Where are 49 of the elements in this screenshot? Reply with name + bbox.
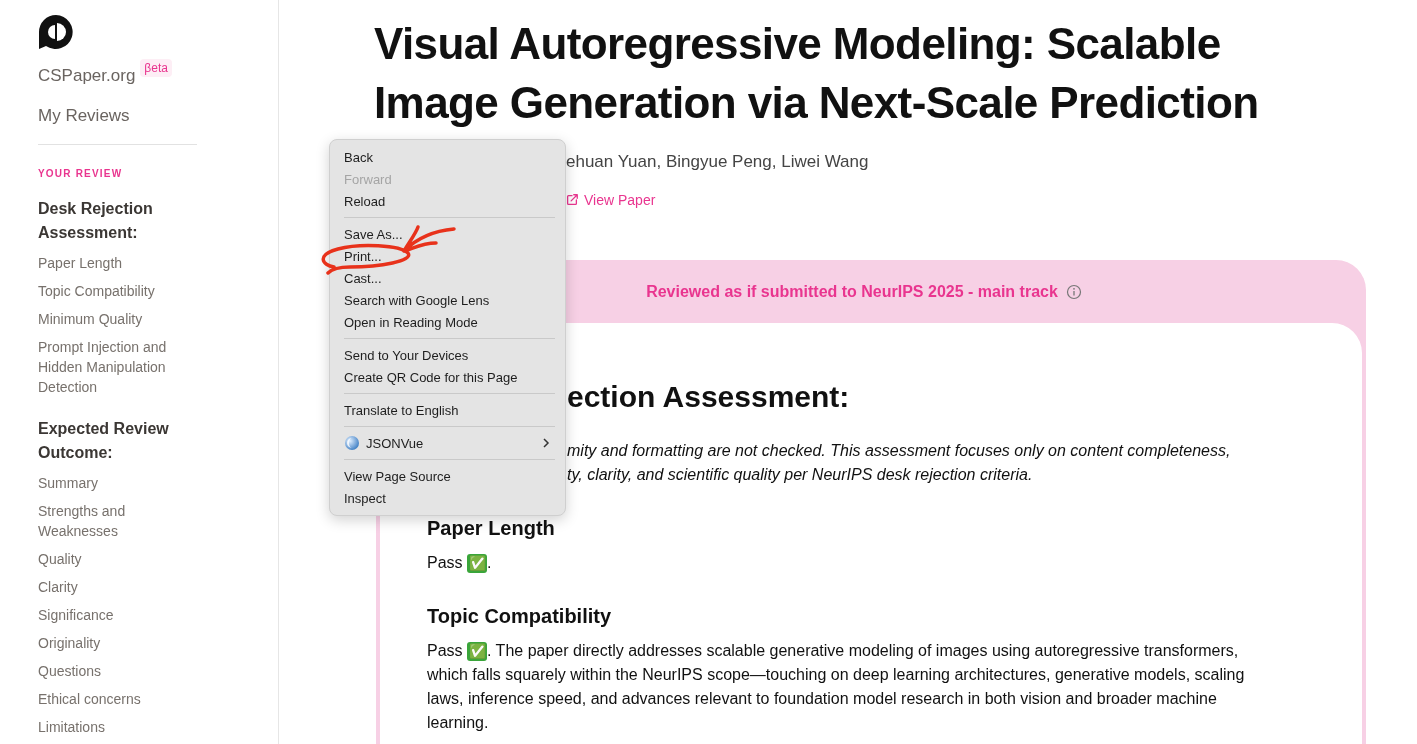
note-text: mity and formatting are not checked. This assessment focuses only on content completeness, <box>567 441 1232 461</box>
menu-item[interactable]: Open in Reading Mode <box>330 311 565 333</box>
subsection-heading: Topic Compatibility <box>427 604 613 629</box>
paper-title: Visual Autoregressive Modeling: Scalable Image Generation via Next-Scale Prediction <box>374 18 1260 129</box>
info-icon <box>1065 283 1082 300</box>
logo-icon <box>38 14 74 50</box>
author-list: ehuan Yuan, Bingyue Peng, Liwei Wang <box>566 150 869 174</box>
paragraph: Pass ✅. <box>427 553 493 575</box>
menu-item[interactable]: Send to Your Devices <box>330 344 565 366</box>
menu-item[interactable]: JSONVue <box>330 432 565 454</box>
section-label: YOUR REVIEW <box>38 167 123 181</box>
my-reviews-link[interactable]: My Reviews <box>38 104 130 128</box>
sidebar-item[interactable]: Topic Compatibility <box>38 281 188 301</box>
menu-item[interactable]: Cast... <box>330 267 565 289</box>
sidebar-item[interactable]: Prompt Injection and Hidden Manipulation Detection <box>38 337 188 397</box>
section-heading: ection Assessment: <box>567 379 851 415</box>
beta-badge: βeta <box>140 59 172 77</box>
sidebar-item[interactable]: Clarity <box>38 577 188 597</box>
sidebar-item[interactable]: Significance <box>38 605 188 625</box>
sidebar-item[interactable]: Quality <box>38 549 188 569</box>
menu-item[interactable]: Reload <box>330 190 565 212</box>
menu-item[interactable]: Translate to English <box>330 399 565 421</box>
app-icon <box>344 435 360 451</box>
sidebar-item[interactable]: Limitations <box>38 717 188 737</box>
menu-item[interactable]: Search with Google Lens <box>330 289 565 311</box>
sidebar-heading[interactable]: Desk Rejection Assessment: <box>38 197 188 245</box>
site-name[interactable]: CSPaper.org <box>38 64 136 88</box>
sidebar-item[interactable]: Originality <box>38 633 188 653</box>
menu-item[interactable]: Print... <box>330 245 565 267</box>
menu-item[interactable]: Save As... <box>330 223 565 245</box>
menu-item[interactable]: Create QR Code for this Page <box>330 366 565 388</box>
menu-item: Forward <box>343 170 393 189</box>
sidebar-item[interactable]: Minimum Quality <box>38 309 188 329</box>
menu-item[interactable]: Inspect <box>330 487 565 509</box>
sidebar-heading[interactable]: Expected Review Outcome: <box>38 417 188 465</box>
venue-label: Reviewed as if submitted to NeurIPS 2025 - main track <box>646 281 1058 302</box>
menu-item[interactable]: View Page Source <box>330 465 565 487</box>
note-text: ty, clarity, and scientific quality per NeurIPS desk rejection criteria. <box>567 465 1034 485</box>
menu-item[interactable]: Back <box>330 146 565 168</box>
chevron-icon <box>541 437 551 449</box>
sidebar-item[interactable]: Summary <box>38 473 188 493</box>
view-paper-link[interactable]: View Paper <box>565 190 656 210</box>
sidebar-item[interactable]: Paper Length <box>38 253 188 273</box>
paragraph: Pass ✅. The paper directly addresses scalable generative modeling of images using autoregressive transformers, which falls squarely within the NeurIPS scope—touching on deep learning architectures, generative models, scaling laws, inference speed, and advances relevant to foundation model research in both vision and broader machine learning. <box>427 641 1246 733</box>
sidebar-item[interactable]: Strengths and Weaknesses <box>38 501 188 541</box>
subsection-heading: Paper Length <box>427 516 556 541</box>
sidebar-item[interactable]: Ethical concerns <box>38 689 188 709</box>
sidebar-item[interactable]: Questions <box>38 661 188 681</box>
external-link-icon <box>565 193 579 207</box>
